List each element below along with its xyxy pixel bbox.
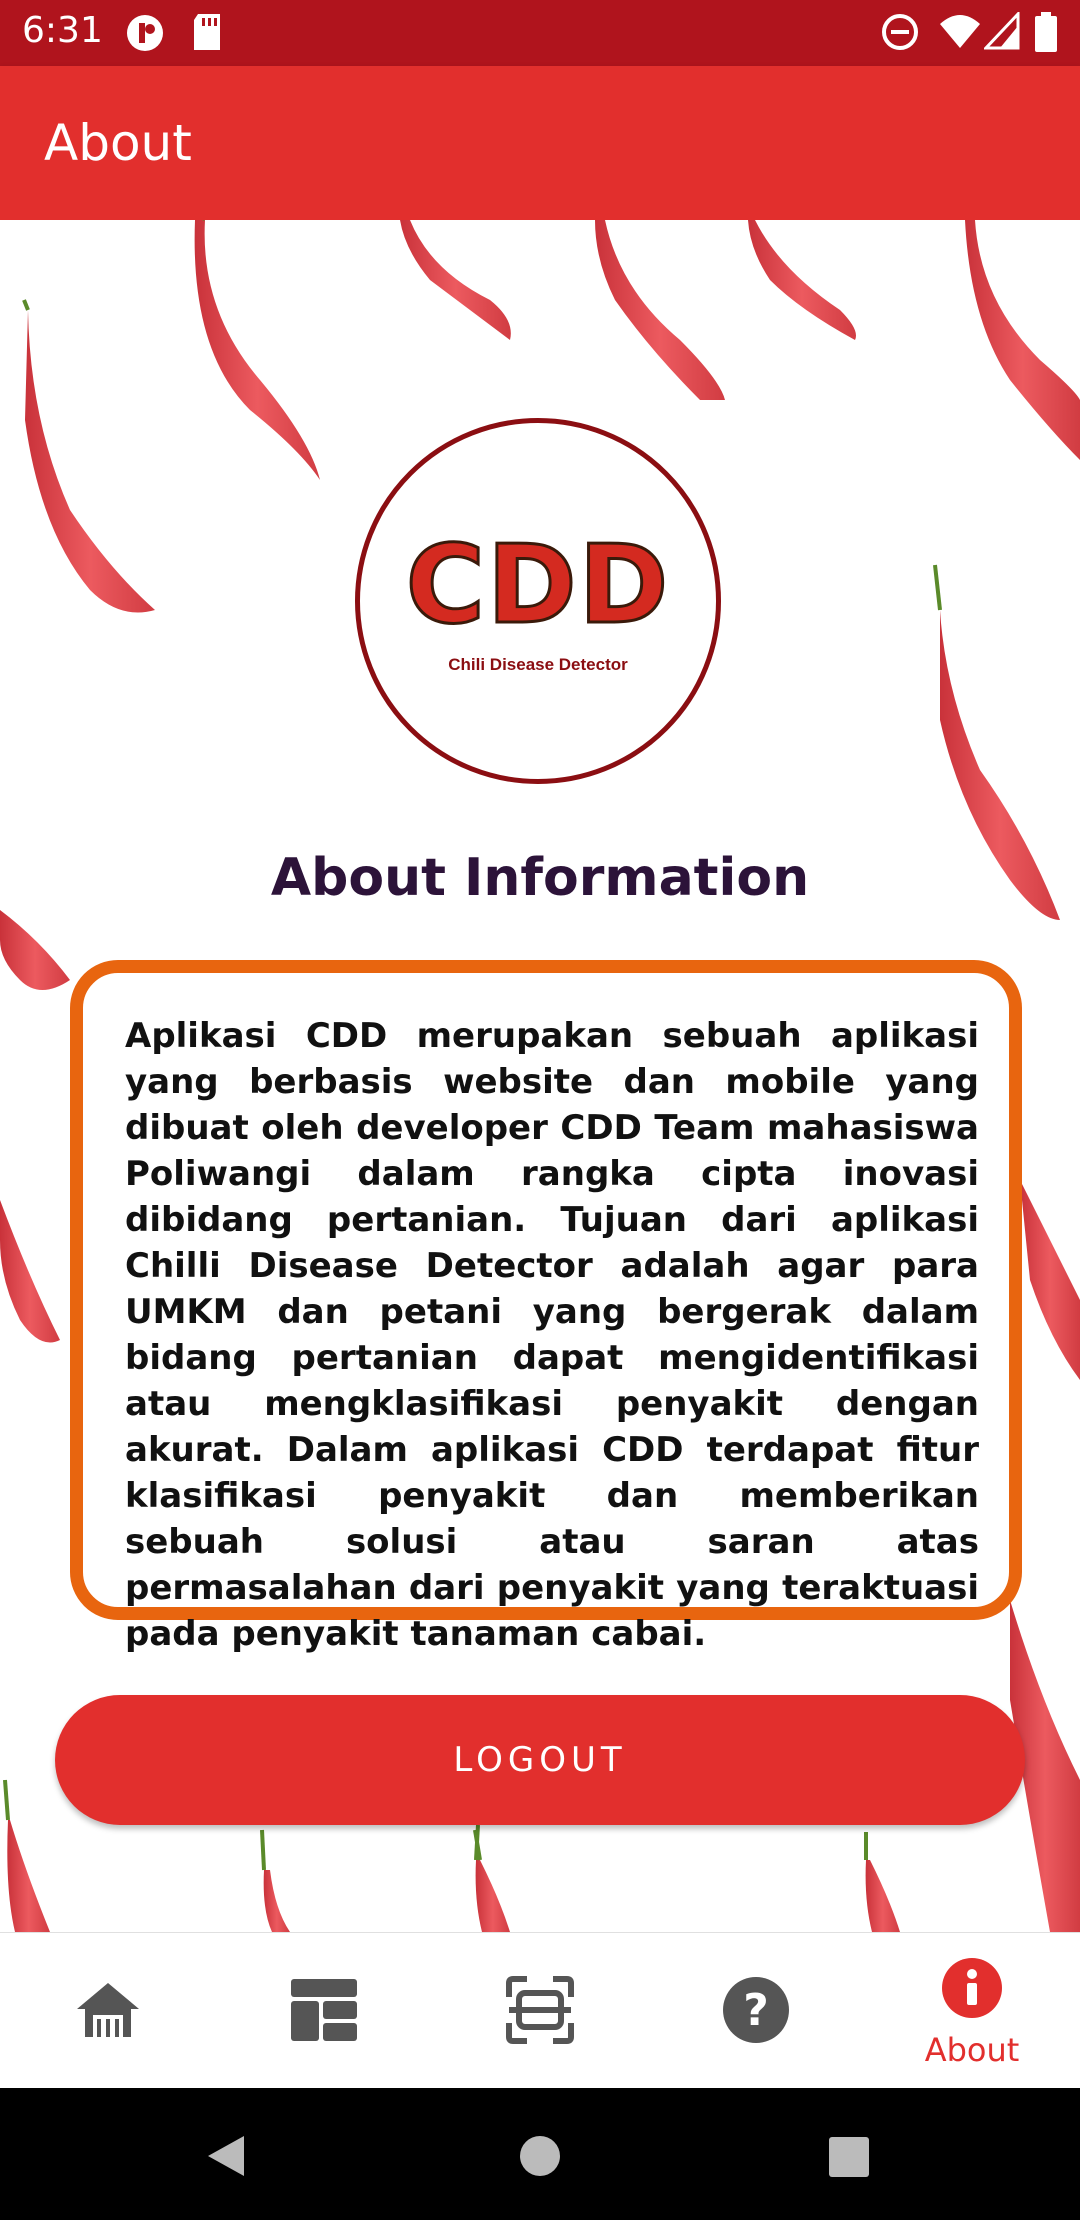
app-logo: CDD Chili Disease Detector xyxy=(355,418,721,784)
app-bar: About xyxy=(0,66,1080,220)
nav-help[interactable]: ? xyxy=(648,1933,864,2089)
recents-icon[interactable] xyxy=(828,2136,870,2178)
nav-about[interactable]: About xyxy=(864,1933,1080,2089)
scan-icon xyxy=(506,1976,574,2044)
about-info-card: Aplikasi CDD merupakan sebuah aplikasi y… xyxy=(70,960,1022,1654)
nav-dashboard[interactable] xyxy=(216,1933,432,2089)
status-bar: 6:31 xyxy=(0,0,1080,66)
page-title: About xyxy=(44,114,192,172)
battery-icon xyxy=(1034,12,1058,59)
status-time: 6:31 xyxy=(22,10,103,51)
info-icon xyxy=(942,1958,1002,2018)
logout-button[interactable]: LOGOUT xyxy=(55,1695,1025,1825)
about-heading: About Information xyxy=(270,848,810,908)
help-icon: ? xyxy=(723,1977,789,2043)
app-notification-icon xyxy=(124,12,166,59)
bottom-navigation: ? About xyxy=(0,1932,1080,2089)
logo-subtitle: Chili Disease Detector xyxy=(448,655,628,674)
wifi-icon xyxy=(938,12,982,57)
nav-home[interactable] xyxy=(0,1933,216,2089)
signal-icon xyxy=(982,10,1020,57)
home-icon xyxy=(77,1983,139,2037)
svg-text:?: ? xyxy=(743,1985,769,2036)
home-nav-icon[interactable] xyxy=(518,2134,562,2178)
nav-scan[interactable] xyxy=(432,1933,648,2089)
dashboard-icon xyxy=(291,1979,357,2041)
logo-text: CDD xyxy=(404,522,671,650)
system-navigation-bar xyxy=(0,2088,1080,2220)
nav-about-label: About xyxy=(924,2031,1020,2069)
do-not-disturb-icon xyxy=(880,12,920,57)
back-icon[interactable] xyxy=(204,2134,248,2178)
about-content: CDD Chili Disease Detector About Informa… xyxy=(0,220,1080,1932)
about-info-text: Aplikasi CDD merupakan sebuah aplikasi y… xyxy=(125,1016,979,1654)
sd-card-icon xyxy=(190,12,224,57)
